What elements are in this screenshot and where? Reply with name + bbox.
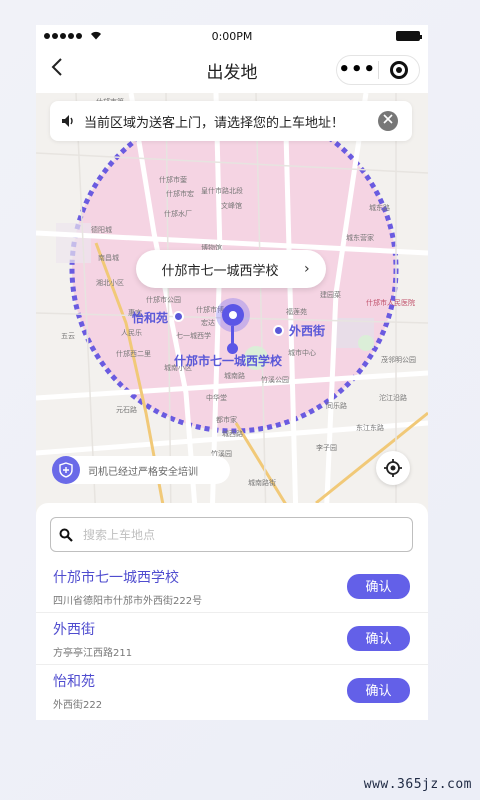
map-label: 七一城西学 (176, 332, 211, 340)
callout-text: 什邡市七一城西学校 (161, 263, 279, 279)
map-label: 什邡水厂 (164, 210, 192, 218)
map-label: 什邡市人民医院 (366, 299, 415, 307)
map-label: 什邡市宏 (166, 190, 194, 198)
more-button[interactable]: ••• (337, 56, 378, 84)
target-icon (389, 61, 408, 79)
map-label: 都市家 (216, 416, 237, 424)
map-label: 福莲苑 (286, 308, 307, 316)
crosshair-icon (384, 459, 402, 477)
location-sheet: 什邡市七一城西学校 四川省德阳市什邡市外西街222号 确认 外西街 方亭亭江西路… (36, 503, 428, 720)
search-box[interactable] (50, 517, 413, 552)
map-label: 元石路 (116, 406, 137, 414)
search-input[interactable] (83, 527, 412, 542)
notice-text: 当前区域为送客上门，请选择您的上车地址！ (84, 115, 345, 131)
location-list: 什邡市七一城西学校 四川省德阳市什邡市外西街222号 确认 外西街 方亭亭江西路… (36, 561, 428, 717)
map-label: 城西路 (222, 430, 243, 438)
map-label: 中华堂 (206, 394, 227, 402)
close-icon (383, 114, 393, 124)
location-address: 方亭亭江西路211 (53, 648, 133, 659)
map-label: 皇什市路北段 (201, 187, 243, 195)
list-item[interactable]: 外西街 方亭亭江西路211 确认 (36, 613, 428, 665)
map-label: 建园菜 (320, 291, 341, 299)
location-name: 外西街 (53, 622, 95, 638)
location-address: 外西街222 (53, 700, 103, 711)
map-label: 宏达 (201, 319, 215, 327)
chevron-left-icon (51, 58, 62, 76)
map-label: 什邡西二里 (116, 350, 151, 358)
map-label: 南昌城 (98, 254, 119, 262)
list-item[interactable]: 什邡市七一城西学校 四川省德阳市什邡市外西街222号 确认 (36, 561, 428, 613)
location-name: 什邡市七一城西学校 (53, 570, 179, 586)
watermark: www.365jz.com (363, 777, 472, 792)
map-view[interactable]: 什邡市第 什邡市蓥 什邡市宏 皇什市路北段 文峰馆 城东路 城东营家 博物馆 什… (36, 93, 428, 521)
poi-label-yiheyuan[interactable]: 怡和苑 (132, 309, 168, 326)
speaker-icon (62, 115, 73, 127)
map-label: 城东路 (369, 204, 390, 212)
selected-location-callout[interactable]: 什邡市七一城西学校 ‹ (136, 250, 326, 288)
safety-text: 司机已经过严格安全培训 (88, 466, 198, 478)
service-notice: 当前区域为送客上门，请选择您的上车地址！ (50, 101, 412, 141)
back-button[interactable] (50, 57, 74, 83)
location-pin-icon[interactable] (222, 304, 244, 326)
location-address: 四川省德阳市什邡市外西街222号 (53, 596, 203, 607)
safety-badge: 司机已经过严格安全培训 (52, 456, 230, 484)
confirm-button[interactable]: 确认 (347, 574, 410, 599)
location-name: 怡和苑 (53, 674, 95, 690)
battery-icon (396, 31, 422, 41)
map-label: 沱江沿路 (379, 394, 407, 402)
search-icon (59, 528, 73, 542)
map-label: 城南路街 (248, 479, 276, 487)
poi-label-main[interactable]: 什邡市七一城西学校 (174, 352, 282, 369)
map-label: 五云 (61, 332, 75, 340)
close-miniprogram-button[interactable] (379, 61, 420, 79)
confirm-button[interactable]: 确认 (347, 626, 410, 651)
poi-label-waixijie[interactable]: 外西街 (289, 322, 325, 339)
map-label: 城市中心 (288, 349, 316, 357)
map-label: 同乐路 (326, 402, 347, 410)
phone-screen: 0:00PM 出发地 ••• 什邡市蓥 什邡市宏 皇什市路北段 文峰馆 城东路 … (36, 25, 428, 720)
map-label: 茂邻明公园 (381, 356, 416, 364)
map-label: 湘北小区 (96, 279, 124, 287)
status-bar: 0:00PM (36, 25, 428, 47)
map-label: 城南路 (224, 372, 245, 380)
status-time: 0:00PM (211, 29, 253, 43)
chevron-right-icon: ‹ (304, 261, 310, 277)
shield-icon (52, 456, 80, 484)
confirm-button[interactable]: 确认 (347, 678, 410, 703)
map-label: 文峰馆 (221, 202, 242, 210)
mini-program-capsule: ••• (336, 55, 420, 85)
map-label: 什邡市公园 (146, 296, 181, 304)
map-label: 人民乐 (121, 329, 142, 337)
map-label: 什邡市蓥 (159, 176, 187, 184)
poi-marker-yiheyuan[interactable] (173, 311, 184, 322)
nav-bar: 出发地 ••• (36, 47, 428, 93)
list-item[interactable]: 怡和苑 外西街222 确认 (36, 665, 428, 717)
pin-base (227, 343, 238, 354)
poi-marker-waixijie[interactable] (273, 325, 284, 336)
map-label: 李子园 (316, 444, 337, 452)
locate-me-button[interactable] (376, 451, 410, 485)
map-label: 德阳城 (91, 226, 112, 234)
close-notice-button[interactable] (378, 111, 398, 131)
map-label: 东江东路 (356, 424, 384, 432)
map-label: 城东营家 (346, 234, 374, 242)
map-label: 竹溪公园 (261, 376, 289, 384)
page-title: 出发地 (206, 62, 258, 83)
